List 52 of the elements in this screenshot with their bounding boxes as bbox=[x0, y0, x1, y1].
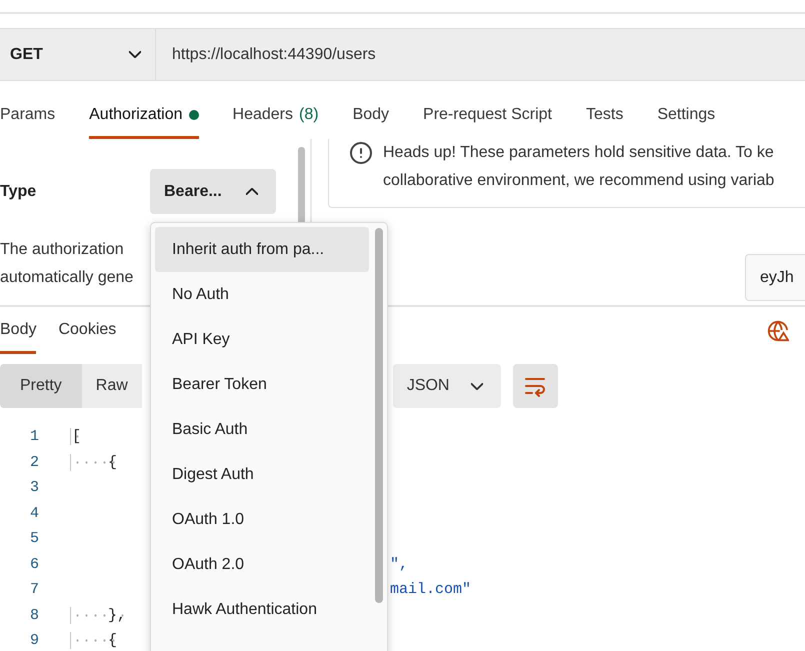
code-text: [ bbox=[70, 428, 82, 446]
line-number: 8 bbox=[29, 606, 40, 624]
line-number: 6 bbox=[29, 556, 40, 573]
menu-item[interactable]: No Auth bbox=[155, 272, 369, 317]
wrap-lines-button[interactable] bbox=[512, 364, 558, 408]
format-select[interactable]: JSON bbox=[392, 364, 501, 408]
menu-item[interactable]: Digest Auth bbox=[155, 452, 369, 497]
type-label: Type bbox=[0, 182, 36, 200]
code-text: ", bbox=[390, 556, 408, 573]
menu-item[interactable]: Inherit auth from pa... bbox=[155, 227, 369, 272]
view-mode-button[interactable]: Pretty bbox=[0, 364, 82, 408]
code-text: { bbox=[70, 454, 118, 471]
globe-warning-icon[interactable] bbox=[767, 320, 789, 342]
chevron-down-icon bbox=[470, 382, 483, 390]
request-tab[interactable]: Headers (8) bbox=[232, 81, 319, 139]
notice-text: collaborative environment, we recommend using variab bbox=[383, 171, 774, 191]
line-number: 2 bbox=[29, 454, 40, 471]
view-mode-button[interactable]: Raw bbox=[82, 364, 142, 408]
response-tab[interactable]: Body bbox=[0, 307, 36, 354]
request-tab[interactable]: Pre-request Script bbox=[423, 81, 552, 139]
line-number: 4 bbox=[29, 504, 40, 522]
chevron-down-icon bbox=[129, 51, 141, 58]
url-field[interactable]: https://localhost:44390/users bbox=[156, 29, 805, 80]
code-text: }, bbox=[70, 606, 126, 624]
line-number: 1 bbox=[29, 428, 40, 446]
code-text: { bbox=[70, 632, 118, 650]
notice-text: Heads up! These parameters hold sensitive data. To ke bbox=[383, 143, 774, 163]
menu-item[interactable]: Basic Auth bbox=[155, 407, 369, 452]
request-tab[interactable]: Settings bbox=[657, 81, 716, 139]
menu-item[interactable]: API Key bbox=[155, 317, 369, 362]
menu-item[interactable]: OAuth 2.0 bbox=[155, 542, 369, 587]
menu-scrollbar[interactable] bbox=[375, 228, 383, 603]
method-select[interactable]: GET bbox=[0, 29, 156, 80]
request-tab[interactable]: Tests bbox=[586, 81, 624, 139]
request-tab[interactable]: Authorization bbox=[89, 81, 199, 139]
line-number: 9 bbox=[29, 632, 40, 650]
token-field[interactable]: eyJh bbox=[745, 254, 805, 301]
menu-item[interactable]: OAuth 1.0 bbox=[155, 497, 369, 542]
response-tab[interactable]: Cookies bbox=[58, 307, 116, 354]
chevron-up-icon bbox=[246, 188, 258, 195]
description-text: automatically gene bbox=[0, 268, 134, 288]
request-tab[interactable]: Params bbox=[0, 81, 56, 139]
code-text: mail.com" bbox=[390, 581, 472, 598]
request-tab[interactable]: Body bbox=[352, 81, 390, 139]
line-number: 7 bbox=[29, 581, 40, 598]
line-number: 3 bbox=[29, 479, 40, 496]
auth-type-select[interactable]: Beare... bbox=[150, 169, 276, 214]
menu-item[interactable]: Bearer Token bbox=[155, 362, 369, 407]
menu-item[interactable]: Hawk Authentication bbox=[155, 587, 369, 632]
description-text: The authorization bbox=[0, 240, 124, 260]
line-number: 5 bbox=[29, 530, 40, 548]
alert-icon bbox=[349, 141, 373, 165]
